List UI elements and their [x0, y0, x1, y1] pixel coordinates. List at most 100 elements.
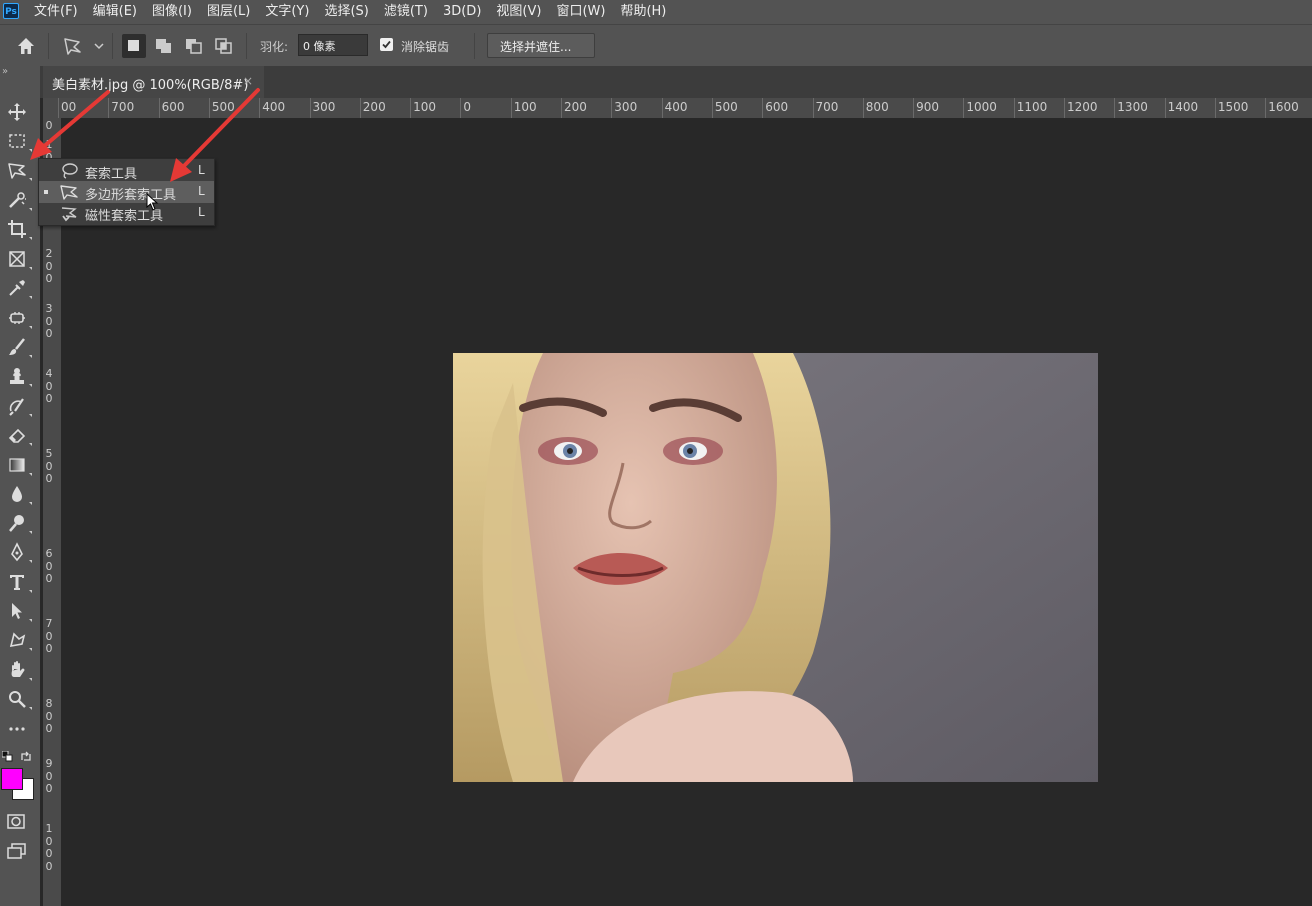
pen-tool-icon	[11, 542, 23, 562]
ruler-tick	[510, 98, 512, 118]
more-tools-button[interactable]	[4, 716, 30, 742]
type-tool-icon	[10, 575, 24, 590]
ruler-label: 200	[45, 247, 53, 285]
ruler-label: 1600	[1268, 100, 1299, 114]
tool-group-indicator	[29, 473, 32, 476]
menu-view[interactable]: 视图(V)	[488, 0, 548, 24]
ruler-label: 1200	[1067, 100, 1098, 114]
tool-group-indicator	[29, 707, 32, 710]
shape-tool-button[interactable]	[4, 627, 32, 653]
path-select-tool-button[interactable]	[4, 598, 32, 624]
healing-brush-tool-button[interactable]	[4, 305, 32, 331]
ruler-label: 1000	[45, 822, 53, 873]
ruler-label: 1400	[1167, 100, 1199, 114]
ruler-label: 1000	[966, 100, 997, 114]
eyedropper-tool-button[interactable]	[4, 275, 32, 301]
ruler-label: 400	[45, 367, 53, 405]
ruler-label: 800	[865, 100, 889, 114]
checkmark-icon	[382, 40, 391, 49]
zoom-tool-icon	[9, 691, 26, 708]
annotation-arrow-flyout-icon	[170, 88, 260, 182]
tool-group-indicator	[29, 590, 32, 593]
tool-group-indicator	[29, 326, 32, 329]
tool-group-indicator	[29, 648, 32, 651]
ruler-tick	[812, 98, 814, 118]
type-tool-button[interactable]	[4, 569, 32, 595]
frame-tool-button[interactable]	[4, 246, 32, 272]
ruler-label: 100	[513, 100, 537, 114]
gradient-tool-icon	[9, 458, 25, 472]
eraser-tool-icon	[8, 428, 26, 443]
ruler-tick	[1265, 98, 1267, 118]
ruler-vertical[interactable]: 01002003004005006007008009001000	[43, 118, 61, 906]
feather-value: 0 像素	[303, 40, 336, 53]
zoom-tool-button[interactable]	[4, 686, 32, 712]
ruler-tick	[862, 98, 864, 118]
select-and-mask-button[interactable]: 选择并遮住...	[487, 33, 595, 58]
ruler-label: 500	[45, 447, 53, 485]
ruler-tick	[359, 98, 361, 118]
ruler-tick	[1114, 98, 1116, 118]
tool-group-indicator	[29, 560, 32, 563]
blur-tool-button[interactable]	[4, 481, 32, 507]
ruler-tick	[1064, 98, 1065, 118]
ruler-label: 400	[664, 100, 688, 114]
ruler-label: 200	[564, 100, 587, 114]
ruler-label: 300	[312, 100, 336, 114]
ruler-tick	[661, 98, 663, 118]
ruler-label: 1300	[1117, 100, 1148, 114]
foreground-color-swatch[interactable]	[1, 768, 23, 790]
ruler-label: 600	[765, 100, 789, 114]
menu-help[interactable]: 帮助(H)	[612, 0, 673, 24]
history-brush-tool-button[interactable]	[4, 393, 32, 419]
screen-mode-button[interactable]	[6, 841, 28, 861]
antialias-checkbox[interactable]	[380, 38, 393, 51]
tool-group-indicator	[29, 384, 32, 387]
quick-mask-icon	[7, 814, 25, 829]
ruler-label: 600	[45, 547, 53, 585]
tool-group-indicator	[29, 619, 32, 622]
pen-tool-button[interactable]	[4, 539, 32, 565]
default-colors-icon[interactable]	[2, 751, 14, 763]
quick-mask-button[interactable]	[6, 812, 28, 832]
ruler-tick	[762, 98, 764, 118]
crop-tool-icon	[8, 220, 26, 238]
ruler-label: 500	[714, 100, 738, 114]
eraser-tool-button[interactable]	[4, 422, 32, 448]
ruler-tick	[309, 98, 311, 118]
clone-stamp-tool-button[interactable]	[4, 363, 32, 389]
brush-tool-button[interactable]	[4, 334, 32, 360]
swap-colors-icon[interactable]	[20, 751, 32, 763]
tool-group-indicator	[29, 414, 32, 417]
menu-3d[interactable]: 3D(D)	[435, 0, 488, 24]
ruler-tick	[460, 98, 462, 118]
clone-stamp-tool-icon	[10, 368, 24, 384]
history-brush-tool-icon	[9, 398, 24, 416]
color-swatches	[0, 750, 40, 802]
ruler-tick	[1013, 98, 1015, 118]
ruler-tick	[913, 98, 915, 118]
more-tools-icon	[9, 727, 25, 731]
divider	[474, 33, 475, 59]
menu-filter[interactable]: 滤镜(T)	[376, 0, 435, 24]
ruler-label: 200	[362, 100, 386, 114]
shape-tool-icon	[9, 632, 26, 648]
eyedropper-tool-icon	[9, 280, 25, 296]
annotation-arrows	[30, 88, 260, 182]
hand-tool-button[interactable]	[4, 657, 32, 683]
blur-tool-icon	[12, 486, 22, 502]
tool-group-indicator	[29, 531, 32, 534]
ruler-label: 800	[45, 697, 53, 735]
healing-brush-tool-icon	[9, 312, 25, 324]
dodge-tool-button[interactable]	[4, 510, 32, 536]
tool-group-indicator	[29, 502, 32, 505]
tool-group-indicator	[29, 355, 32, 358]
hand-tool-icon	[11, 661, 25, 677]
ruler-tick	[1164, 98, 1166, 118]
feather-input[interactable]: 0 像素	[298, 34, 368, 56]
ruler-tick	[711, 98, 713, 118]
ruler-label: 100	[413, 100, 436, 114]
menu-select[interactable]: 选择(S)	[316, 0, 375, 24]
menu-window[interactable]: 窗口(W)	[548, 0, 612, 24]
gradient-tool-button[interactable]	[4, 452, 32, 478]
